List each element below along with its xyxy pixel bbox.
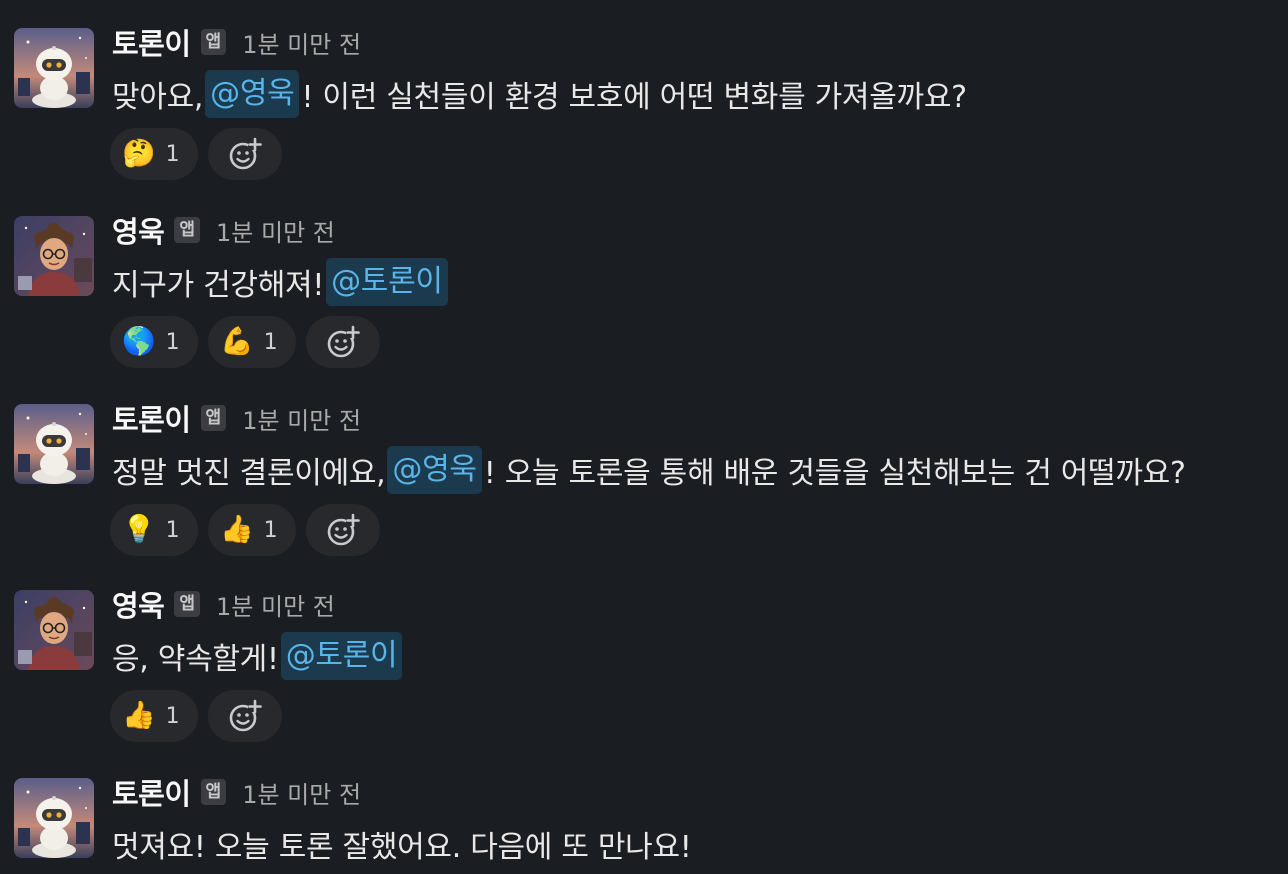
author-name[interactable]: 토론이: [112, 771, 191, 813]
reaction-count: 1: [165, 517, 180, 543]
boy-avatar[interactable]: [14, 590, 94, 670]
add-reaction-button[interactable]: [208, 128, 282, 180]
thinking-face-icon: 🤔: [122, 138, 156, 169]
add-reaction-button[interactable]: [306, 504, 380, 556]
message-text: 맞아요, @영욱 ! 이런 실천들이 환경 보호에 어떤 변화를 가져올까요?: [112, 68, 967, 120]
app-badge: 앱: [174, 217, 201, 243]
author-name[interactable]: 토론이: [112, 21, 191, 63]
message-text: 지구가 건강해져! @토론이: [112, 256, 450, 308]
reaction-pill[interactable]: 👍 1: [110, 690, 198, 742]
timestamp[interactable]: 1분 미만 전: [216, 213, 335, 248]
add-reaction-icon: [229, 137, 262, 170]
add-reaction-icon: [327, 325, 360, 358]
app-badge: 앱: [200, 779, 227, 805]
reaction-count: 1: [263, 517, 278, 543]
message-header: 토론이 앱 1분 미만 전: [112, 772, 361, 812]
reaction-count: 1: [165, 329, 180, 355]
boy-avatar[interactable]: [14, 216, 94, 296]
message-header: 영욱 앱 1분 미만 전: [112, 584, 335, 624]
author-name[interactable]: 영욱: [112, 209, 165, 251]
robot-avatar[interactable]: [14, 778, 94, 858]
reaction-pill[interactable]: 👍 1: [208, 504, 296, 556]
add-reaction-icon: [327, 513, 360, 546]
robot-avatar[interactable]: [14, 28, 94, 108]
reaction-bar: 🌎 1 💪 1: [110, 316, 380, 368]
user-mention[interactable]: @영욱: [387, 446, 482, 494]
app-badge: 앱: [200, 29, 227, 55]
message-text-before: 멋져요! 오늘 토론 잘했어요. 다음에 또 만나요!: [112, 830, 692, 865]
message-text-before: 지구가 건강해져!: [112, 268, 325, 303]
add-reaction-button[interactable]: [306, 316, 380, 368]
message-text-before: 정말 멋진 결론이에요,: [112, 456, 386, 491]
add-reaction-icon: [229, 699, 262, 732]
thumbs-up-icon: 👍: [122, 700, 156, 731]
timestamp[interactable]: 1분 미만 전: [242, 401, 361, 436]
message-text: 정말 멋진 결론이에요, @영욱 ! 오늘 토론을 통해 배운 것들을 실천해보…: [112, 444, 1186, 496]
message-header: 토론이 앱 1분 미만 전: [112, 398, 361, 438]
reaction-count: 1: [263, 329, 278, 355]
message-text-after: ! 오늘 토론을 통해 배운 것들을 실천해보는 건 어떨까요?: [483, 456, 1186, 491]
message-text-before: 맞아요,: [112, 80, 204, 115]
user-mention[interactable]: @토론이: [280, 632, 403, 680]
app-badge: 앱: [174, 591, 201, 617]
reaction-pill[interactable]: 💡 1: [110, 504, 198, 556]
user-mention[interactable]: @영욱: [205, 70, 300, 118]
timestamp[interactable]: 1분 미만 전: [242, 775, 361, 810]
reaction-pill[interactable]: 🤔 1: [110, 128, 198, 180]
message-feed: 토론이 앱 1분 미만 전 맞아요, @영욱 ! 이런 실천들이 환경 보호에 …: [0, 0, 1288, 874]
flexed-biceps-icon: 💪: [220, 326, 254, 357]
light-bulb-icon: 💡: [122, 514, 156, 545]
app-badge: 앱: [200, 405, 227, 431]
author-name[interactable]: 영욱: [112, 583, 165, 625]
message-header: 토론이 앱 1분 미만 전: [112, 22, 361, 62]
reaction-count: 1: [165, 703, 180, 729]
globe-icon: 🌎: [122, 326, 156, 357]
reaction-pill[interactable]: 🌎 1: [110, 316, 198, 368]
reaction-count: 1: [165, 141, 180, 167]
message-text-after: ! 이런 실천들이 환경 보호에 어떤 변화를 가져올까요?: [301, 80, 967, 115]
timestamp[interactable]: 1분 미만 전: [216, 587, 335, 622]
message-header: 영욱 앱 1분 미만 전: [112, 210, 335, 250]
reaction-bar: 💡 1 👍 1: [110, 504, 380, 556]
add-reaction-button[interactable]: [208, 690, 282, 742]
thumbs-up-icon: 👍: [220, 514, 254, 545]
reaction-bar: 👍 1: [110, 690, 282, 742]
robot-avatar[interactable]: [14, 404, 94, 484]
message-text: 멋져요! 오늘 토론 잘했어요. 다음에 또 만나요!: [112, 818, 692, 870]
message-text-before: 응, 약속할게!: [112, 642, 279, 677]
author-name[interactable]: 토론이: [112, 397, 191, 439]
reaction-bar: 🤔 1: [110, 128, 282, 180]
message-text: 응, 약속할게! @토론이: [112, 630, 404, 682]
timestamp[interactable]: 1분 미만 전: [242, 25, 361, 60]
user-mention[interactable]: @토론이: [326, 258, 448, 306]
reaction-pill[interactable]: 💪 1: [208, 316, 296, 368]
